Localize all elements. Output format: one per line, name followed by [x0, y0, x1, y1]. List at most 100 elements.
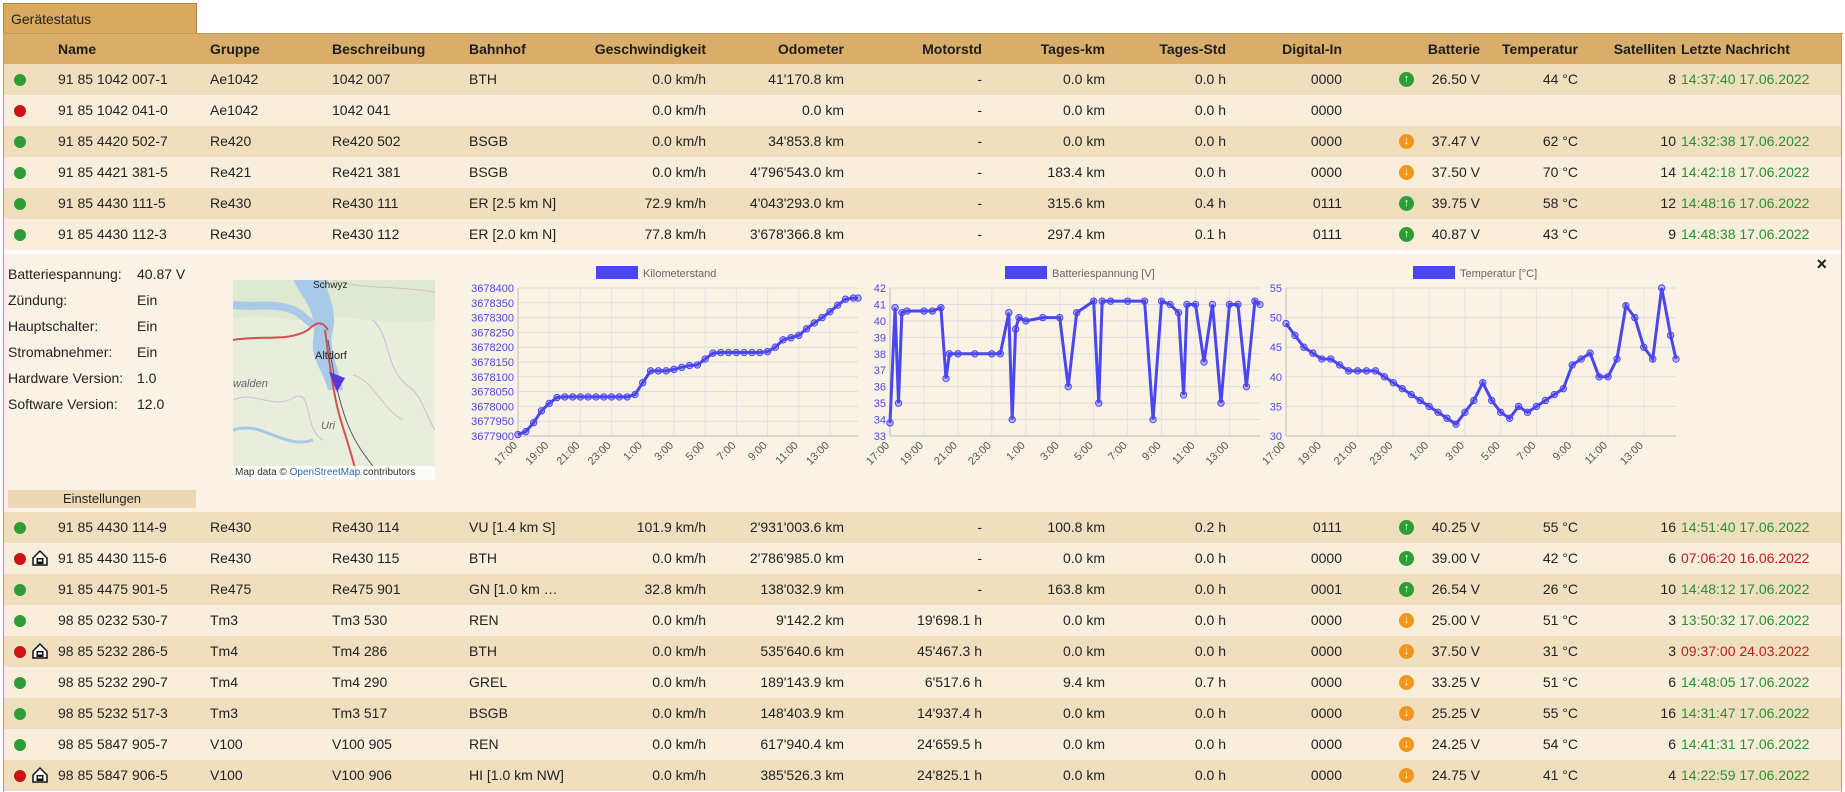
legend-label: Batteriespannung [V] [1052, 268, 1155, 280]
cell-sat: 3 [1668, 612, 1676, 628]
column-header-odometer[interactable]: Odometer [704, 34, 844, 64]
data-point [928, 307, 937, 315]
data-point [937, 304, 945, 312]
status-ok-icon [14, 522, 26, 534]
detail-label: Hauptschalter: [8, 318, 99, 334]
table-row[interactable]: ↓ 91 85 4421 381-5 Re421 Re421 381 BSGB 0.0 k… [4, 157, 1841, 188]
data-point [1532, 402, 1541, 411]
y-tick-label: 3678150 [471, 357, 514, 369]
table-row[interactable]: ↓ 98 85 5232 290-7 Tm4 Tm4 290 GREL 0.0 km/h 1… [4, 667, 1841, 698]
table-row[interactable]: ↓ 98 85 5232 517-3 Tm3 Tm3 517 BSGB 0.0 km/h 1… [4, 698, 1841, 729]
data-point [701, 355, 709, 363]
cell-beschreibung: 1042 041 [332, 102, 391, 118]
tab-geraetestatus[interactable]: Gerätestatus [3, 3, 197, 34]
cell-temp: 44 °C [1542, 71, 1578, 87]
data-point [1300, 343, 1308, 351]
cell-sat: 6 [1668, 674, 1676, 690]
table-row[interactable]: ↓ 98 85 5232 286-5 Tm4 Tm4 286 BTH 0.0 km/h 53… [4, 636, 1841, 667]
column-header-digital-in[interactable]: Digital-In [1234, 34, 1342, 64]
cell-name: 91 85 4475 901-5 [58, 581, 168, 597]
cell-battery: 26.54 V [1431, 581, 1480, 597]
cell-battery: 40.87 V [1431, 226, 1480, 242]
data-point [1098, 297, 1106, 305]
cell-battery: 25.25 V [1431, 705, 1480, 721]
cell-battery: 33.25 V [1431, 674, 1480, 690]
data-point [795, 331, 803, 340]
cell-digital-in: 0111 [1312, 195, 1342, 211]
close-detail-button[interactable]: × [1816, 254, 1827, 275]
status-error-icon [14, 770, 26, 782]
y-tick-label: 3677950 [471, 416, 514, 428]
table-row[interactable]: ↓ 91 85 4420 502-7 Re420 Re420 502 BSGB 0.0 k… [4, 126, 1841, 157]
data-point [1123, 297, 1132, 305]
data-point [1443, 414, 1451, 422]
y-tick-label: 3678100 [471, 372, 514, 384]
table-row[interactable]: ↑ 91 85 4430 112-3 Re430 Re430 112 ER [2.0 k… [4, 219, 1841, 250]
column-header-geschwindigkeit[interactable]: Geschwindigkeit [574, 34, 706, 64]
cell-motorstd: 45'467.3 h [917, 643, 982, 659]
data-point [1559, 384, 1567, 393]
column-header-letzte-nachricht[interactable]: Letzte Nachricht [1681, 34, 1841, 64]
y-tick-label: 42 [874, 283, 886, 295]
data-point [1166, 300, 1174, 309]
data-point [1505, 414, 1514, 422]
data-point [654, 367, 663, 375]
table-row[interactable]: ↑ 91 85 4475 901-5 Re475 Re475 901 GN [1.0 k… [4, 574, 1841, 605]
data-point [787, 334, 795, 342]
cell-last: 09:37:00 24.03.2022 [1681, 643, 1810, 659]
data-point [818, 313, 826, 322]
cell-beschreibung: V100 906 [332, 767, 392, 783]
x-tick-label: 13:00 [1204, 440, 1232, 468]
cell-temp: 54 °C [1542, 736, 1578, 752]
cell-motorstd: 14'937.4 h [917, 705, 982, 721]
column-header-name[interactable]: Name [58, 34, 208, 64]
data-point [1174, 308, 1183, 317]
y-tick-label: 3678050 [471, 387, 514, 399]
column-header-batterie[interactable]: Batterie [1384, 34, 1480, 64]
table-row[interactable]: ↓ 98 85 5847 906-5 V100 V100 906 HI [1.0 km … [4, 760, 1841, 791]
table-header: Name Gruppe Beschreibung Bahnhof Geschwindig… [4, 34, 1841, 64]
cell-tages-km: 0.0 km [1062, 705, 1105, 721]
x-tick-label: 21:00 [555, 440, 583, 468]
location-map[interactable]: Schwyz Altdorf Uri walden Map data © Ope… [233, 280, 435, 480]
table-row[interactable]: 91 85 1042 041-0 Ae1042 1042 041 0.0 km/h 0.… [4, 95, 1841, 126]
x-tick-label: 19:00 [1296, 440, 1324, 468]
data-point [1291, 331, 1299, 340]
legend-label: Temperatur [°C] [1460, 268, 1537, 280]
cell-motorstd: 24'659.5 h [917, 736, 982, 752]
table-row[interactable]: ↑ 91 85 1042 007-1 Ae1042 1042 007 BTH 0.0 km… [4, 64, 1841, 95]
cell-gruppe: Ae1042 [210, 71, 259, 87]
column-header-tages-std[interactable]: Tages-Std [1114, 34, 1226, 64]
data-point [678, 363, 686, 372]
cell-beschreibung: Tm3 517 [332, 705, 388, 721]
x-tick-label: 1:00 [1004, 440, 1028, 464]
column-header-satelliten[interactable]: Satelliten [1584, 34, 1676, 64]
column-header-gruppe[interactable]: Gruppe [210, 34, 320, 64]
table-row[interactable]: ↑ 91 85 4430 114-9 Re430 Re430 114 VU [1.4 k… [4, 512, 1841, 543]
table-row[interactable]: ↑ 91 85 4430 115-6 Re430 Re430 115 BTH 0.0 km… [4, 543, 1841, 574]
table-row[interactable]: ↓ 98 85 0232 530-7 Tm3 Tm3 530 REN 0.0 km/h 9'… [4, 605, 1841, 636]
battery-trend-up-icon: ↑ [1399, 196, 1414, 211]
column-header-bahnhof[interactable]: Bahnhof [469, 34, 569, 64]
table-row[interactable]: ↑ 91 85 4430 111-5 Re430 Re430 111 ER [2.5 k… [4, 188, 1841, 219]
column-header-tages-km[interactable]: Tages-km [989, 34, 1105, 64]
data-point [553, 393, 561, 402]
settings-button[interactable]: Einstellungen [8, 490, 196, 508]
cell-odometer: 189'143.9 km [760, 674, 844, 690]
cell-last: 13:50:32 17.06.2022 [1681, 612, 1810, 628]
data-point [717, 348, 725, 357]
cell-motorstd: 6'517.6 h [924, 674, 982, 690]
column-header-beschreibung[interactable]: Beschreibung [332, 34, 462, 64]
battery-trend-down-icon: ↓ [1399, 165, 1414, 180]
data-point [763, 347, 772, 356]
column-header-motorstd[interactable]: Motorstd [854, 34, 982, 64]
column-header-temperatur[interactable]: Temperatur [1490, 34, 1578, 64]
table-row[interactable]: ↓ 98 85 5847 905-7 V100 V100 905 REN 0.0 km/h… [4, 729, 1841, 760]
cell-gruppe: Tm3 [210, 612, 238, 628]
osm-link[interactable]: OpenStreetMap [290, 467, 361, 478]
cell-gruppe: Re430 [210, 195, 252, 211]
cell-sat: 10 [1660, 133, 1676, 149]
cell-speed: 0.0 km/h [652, 674, 706, 690]
data-point [920, 307, 928, 315]
cell-digital-in: 0000 [1310, 705, 1342, 721]
